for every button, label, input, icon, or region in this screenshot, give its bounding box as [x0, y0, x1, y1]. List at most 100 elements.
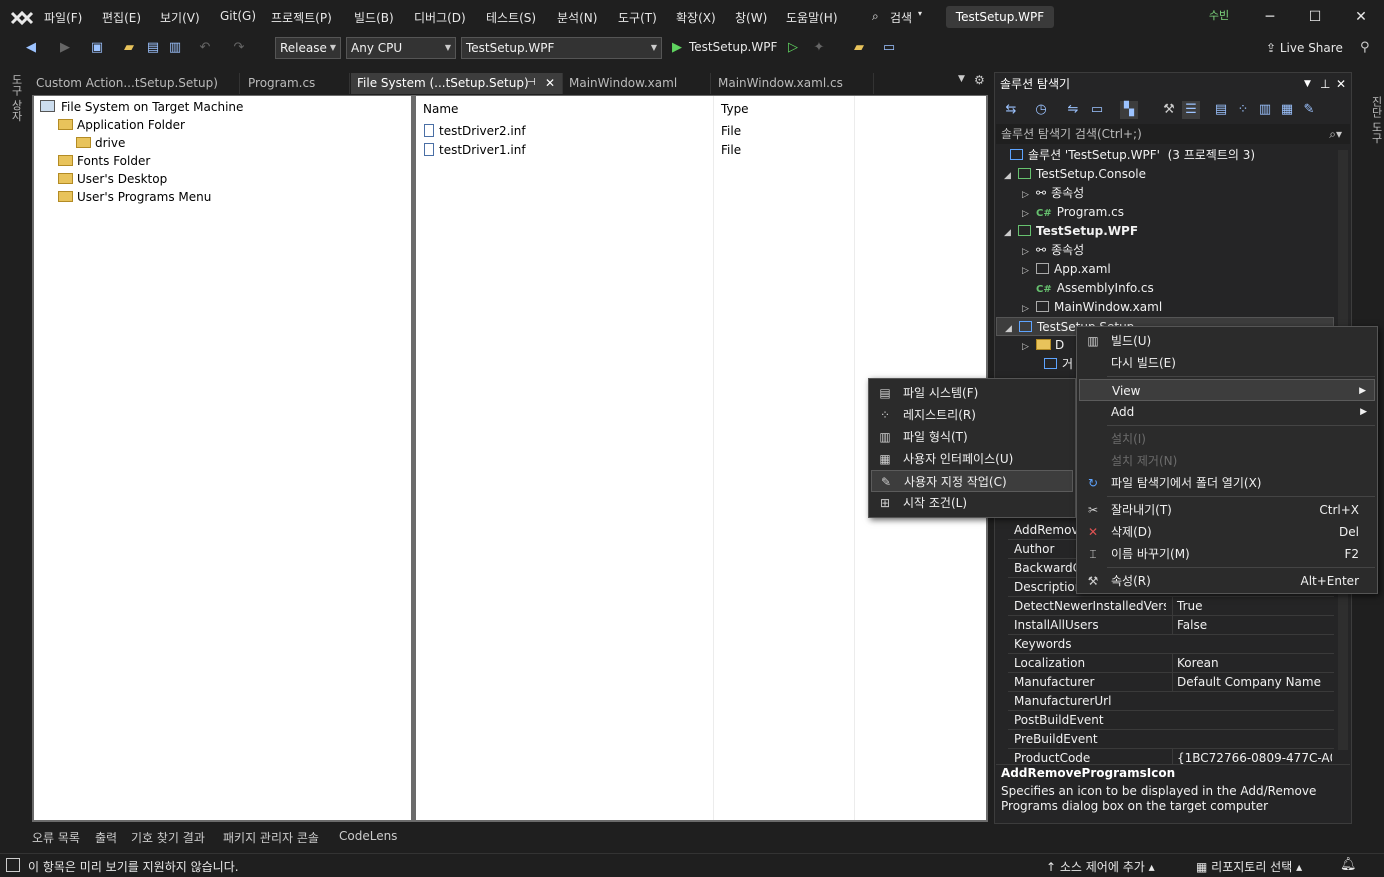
- file-row[interactable]: testDriver1.inf: [424, 141, 526, 159]
- tree-item-fonts-folder[interactable]: Fonts Folder: [58, 152, 150, 170]
- tree-root[interactable]: File System on Target Machine: [40, 98, 243, 116]
- solution-folder-icon[interactable]: ▰: [850, 39, 868, 57]
- save-icon[interactable]: ▤: [144, 39, 162, 57]
- property-row[interactable]: PostBuildEvent: [1008, 711, 1334, 730]
- tab-find-symbol-results[interactable]: 기호 찾기 결과: [131, 829, 205, 846]
- property-row[interactable]: Localization Korean: [1008, 654, 1334, 673]
- menu-item-file-types[interactable]: ▥ 파일 형식(T): [871, 426, 1073, 448]
- tab-error-list[interactable]: 오류 목록: [32, 829, 80, 846]
- hot-reload-icon[interactable]: ✦: [810, 39, 828, 57]
- node-output[interactable]: 거: [1044, 355, 1073, 374]
- file-system-editor-icon[interactable]: ▤: [1212, 101, 1230, 119]
- menu-view[interactable]: 보기(V): [160, 9, 200, 26]
- menu-file[interactable]: 파일(F): [44, 9, 82, 26]
- show-all-files-icon[interactable]: ▚: [1120, 101, 1138, 119]
- sync-icon[interactable]: ⇋: [1064, 101, 1082, 119]
- close-tab-icon[interactable]: ✕: [545, 73, 555, 93]
- menu-item-view[interactable]: View ▶: [1079, 379, 1375, 401]
- property-value[interactable]: False: [1172, 616, 1332, 635]
- settings-gear-icon[interactable]: ⚙: [974, 73, 985, 87]
- menu-item-build[interactable]: ▥ 빌드(U): [1079, 330, 1375, 352]
- menu-test[interactable]: 테스트(S): [486, 9, 536, 26]
- tab-custom-actions[interactable]: Custom Action...tSetup.Setup): [30, 73, 240, 94]
- file-row[interactable]: testDriver2.inf: [424, 122, 526, 140]
- pin-icon[interactable]: ⊥: [1320, 74, 1330, 94]
- menu-item-delete[interactable]: ✕ 삭제(D) Del: [1079, 521, 1375, 543]
- property-value[interactable]: True: [1172, 597, 1332, 616]
- toolbox-tab[interactable]: 도구 상자: [8, 74, 24, 122]
- menu-item-file-system[interactable]: ▤ 파일 시스템(F): [871, 382, 1073, 404]
- platform-select[interactable]: Any CPU ▼: [346, 37, 456, 59]
- menu-git[interactable]: Git(G): [220, 9, 256, 23]
- switch-views-icon[interactable]: ⇆: [1002, 101, 1020, 119]
- menu-window[interactable]: 창(W): [735, 9, 767, 26]
- menu-project[interactable]: 프로젝트(P): [271, 9, 332, 26]
- open-folder-icon[interactable]: ▰: [120, 39, 138, 57]
- menu-edit[interactable]: 편집(E): [102, 9, 141, 26]
- panel-options-icon[interactable]: ▼: [1304, 74, 1311, 94]
- pending-changes-icon[interactable]: ◷: [1032, 101, 1050, 119]
- minimize-icon[interactable]: ─: [1256, 6, 1284, 28]
- project-console[interactable]: ◢ TestSetup.Console: [1004, 165, 1146, 184]
- redo-icon[interactable]: ↷: [230, 39, 248, 57]
- tree-item-drive[interactable]: drive: [76, 134, 125, 152]
- menu-item-registry[interactable]: ⁘ 레지스트리(R): [871, 404, 1073, 426]
- node-program-cs[interactable]: ▷ C# Program.cs: [1022, 203, 1124, 222]
- save-all-icon[interactable]: ▥: [166, 39, 184, 57]
- node-detected-dependencies[interactable]: ▷ D: [1022, 336, 1064, 355]
- menu-item-rebuild[interactable]: 다시 빌드(E): [1079, 352, 1375, 374]
- property-value[interactable]: Default Company Name: [1172, 673, 1332, 692]
- menu-item-rename[interactable]: ⌶ 이름 바꾸기(M) F2: [1079, 543, 1375, 565]
- column-header-name[interactable]: Name: [423, 102, 458, 116]
- node-mainwindow-xaml[interactable]: ▷ MainWindow.xaml: [1022, 298, 1162, 317]
- menu-build[interactable]: 빌드(B): [354, 9, 394, 26]
- property-row[interactable]: PreBuildEvent: [1008, 730, 1334, 749]
- menu-item-open-in-explorer[interactable]: ↻ 파일 탐색기에서 폴더 열기(X): [1079, 472, 1375, 494]
- close-icon[interactable]: ✕: [1347, 6, 1375, 28]
- new-project-icon[interactable]: ▣: [88, 39, 106, 57]
- solution-explorer-search[interactable]: 솔루션 탐색기 검색(Ctrl+;) ⌕▾: [996, 124, 1350, 144]
- live-share-button[interactable]: ⇪ Live Share: [1266, 41, 1343, 55]
- startup-project-select[interactable]: TestSetup.WPF ▼: [461, 37, 662, 59]
- pin-icon[interactable]: ⊣: [527, 73, 536, 93]
- user-account[interactable]: 수빈: [1203, 6, 1235, 26]
- add-to-source-control[interactable]: ↑ 소스 제어에 추가 ▴: [1046, 858, 1155, 875]
- node-dependencies[interactable]: ▷ ⚯ 종속성: [1022, 241, 1084, 260]
- menu-item-cut[interactable]: ✂ 잘라내기(T) Ctrl+X: [1079, 499, 1375, 521]
- tab-codelens[interactable]: CodeLens: [339, 829, 397, 843]
- notifications-bell-icon[interactable]: 🔔︎: [1340, 857, 1357, 872]
- menu-item-user-interface[interactable]: ▦ 사용자 인터페이스(U): [871, 448, 1073, 470]
- back-icon[interactable]: ◀: [22, 39, 40, 57]
- run-target-label[interactable]: TestSetup.WPF: [689, 40, 777, 54]
- column-header-type[interactable]: Type: [721, 102, 749, 116]
- feedback-icon[interactable]: ⚲: [1360, 40, 1370, 55]
- window-layout-icon[interactable]: ▭: [880, 39, 898, 57]
- properties-wrench-icon[interactable]: ⚒: [1160, 101, 1178, 119]
- maximize-icon[interactable]: ☐: [1301, 6, 1329, 28]
- column-divider[interactable]: [713, 96, 714, 820]
- file-types-editor-icon[interactable]: ▥: [1256, 101, 1274, 119]
- collapse-all-icon[interactable]: ▭: [1088, 101, 1106, 119]
- start-without-debug-icon[interactable]: ▷: [784, 39, 802, 57]
- tree-item-users-programs-menu[interactable]: User's Programs Menu: [58, 188, 211, 206]
- tab-file-system[interactable]: File System (...tSetup.Setup) ⊣ ✕: [351, 73, 563, 94]
- diagnostic-tools-tab[interactable]: 진단 도구: [1356, 96, 1384, 166]
- property-row[interactable]: Keywords: [1008, 635, 1334, 654]
- project-wpf[interactable]: ◢ TestSetup.WPF: [1004, 222, 1138, 241]
- menu-tools[interactable]: 도구(T): [618, 9, 657, 26]
- menu-item-launch-conditions[interactable]: ⊞ 시작 조건(L): [871, 492, 1073, 514]
- tab-mainwindow-xaml[interactable]: MainWindow.xaml: [563, 73, 711, 94]
- property-row[interactable]: ManufacturerUrl: [1008, 692, 1334, 711]
- tab-mainwindow-xaml-cs[interactable]: MainWindow.xaml.cs: [712, 73, 874, 94]
- node-dependencies[interactable]: ▷ ⚯ 종속성: [1022, 184, 1084, 203]
- undo-icon[interactable]: ↶: [196, 39, 214, 57]
- tree-item-application-folder[interactable]: Application Folder: [58, 116, 185, 134]
- menu-item-uninstall[interactable]: 설치 제거(N): [1079, 450, 1375, 472]
- menu-item-install[interactable]: 설치(I): [1079, 428, 1375, 450]
- start-debug-icon[interactable]: ▶: [668, 39, 686, 57]
- tab-list-dropdown-icon[interactable]: ▼: [958, 74, 965, 84]
- solution-node[interactable]: 솔루션 'TestSetup.WPF' (3 프로젝트의 3): [1010, 146, 1255, 165]
- visual-studio-logo-icon[interactable]: [10, 7, 34, 29]
- search-button[interactable]: ⌕ 검색 ▾: [862, 6, 932, 28]
- registry-editor-icon[interactable]: ⁘: [1234, 101, 1252, 119]
